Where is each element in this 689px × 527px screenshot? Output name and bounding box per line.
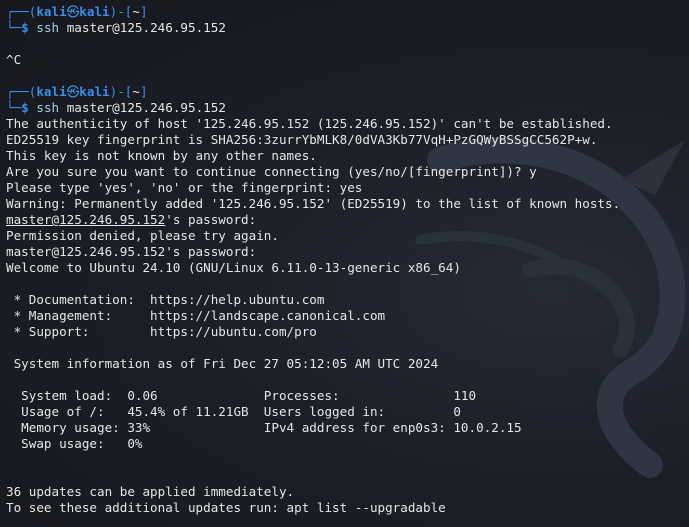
output-line: Welcome to Ubuntu 24.10 (GNU/Linux 6.11.…: [6, 260, 461, 275]
output-line: 36 updates can be applied immediately.: [6, 484, 295, 499]
output-line: Are you sure you want to continue connec…: [6, 164, 537, 179]
output-line: System information as of Fri Dec 27 05:1…: [6, 356, 439, 371]
sysinfo-row: Swap usage: 0%: [6, 436, 143, 451]
sysinfo-row: System load: 0.06 Processes: 110: [6, 388, 477, 403]
output-line: The authenticity of host '125.246.95.152…: [6, 116, 613, 131]
prompt-line-command: └─$ ssh master@125.246.95.152: [6, 100, 226, 115]
sysinfo-row: Memory usage: 33% IPv4 address for enp0s…: [6, 420, 522, 435]
output-line: ED25519 key fingerprint is SHA256:3zurrY…: [6, 132, 598, 147]
output-line: Permission denied, please try again.: [6, 228, 279, 243]
password-prompt-line: master@125.246.95.152's password:: [6, 244, 257, 259]
kali-skull-icon: ㉿: [66, 4, 80, 19]
prompt-line-top: ┌──(kali㉿kali)-[~]: [6, 84, 148, 99]
output-line: * Management: https://landscape.canonica…: [6, 308, 386, 323]
password-prompt-line: master@125.246.95.152's password:: [6, 212, 257, 227]
output-line: * Support: https://ubuntu.com/pro: [6, 324, 317, 339]
output-line: * Documentation: https://help.ubuntu.com: [6, 292, 325, 307]
sysinfo-row: Usage of /: 45.4% of 11.21GB Users logge…: [6, 404, 461, 419]
prompt-line-top: ┌──(kali㉿kali)-[~]: [6, 4, 148, 19]
output-line: Please type 'yes', 'no' or the fingerpri…: [6, 180, 363, 195]
output-line: This key is not known by any other names…: [6, 148, 317, 163]
output-line: Warning: Permanently added '125.246.95.1…: [6, 196, 621, 211]
interrupt-line: ^C: [6, 52, 22, 67]
terminal-window[interactable]: ┌──(kali㉿kali)-[~] └─$ ssh master@125.24…: [0, 0, 689, 527]
prompt-line-command: └─$ ssh master@125.246.95.152: [6, 20, 226, 35]
output-line: To see these additional updates run: apt…: [6, 500, 446, 515]
terminal-output: ┌──(kali㉿kali)-[~] └─$ ssh master@125.24…: [6, 4, 685, 516]
kali-skull-icon: ㉿: [66, 84, 80, 99]
